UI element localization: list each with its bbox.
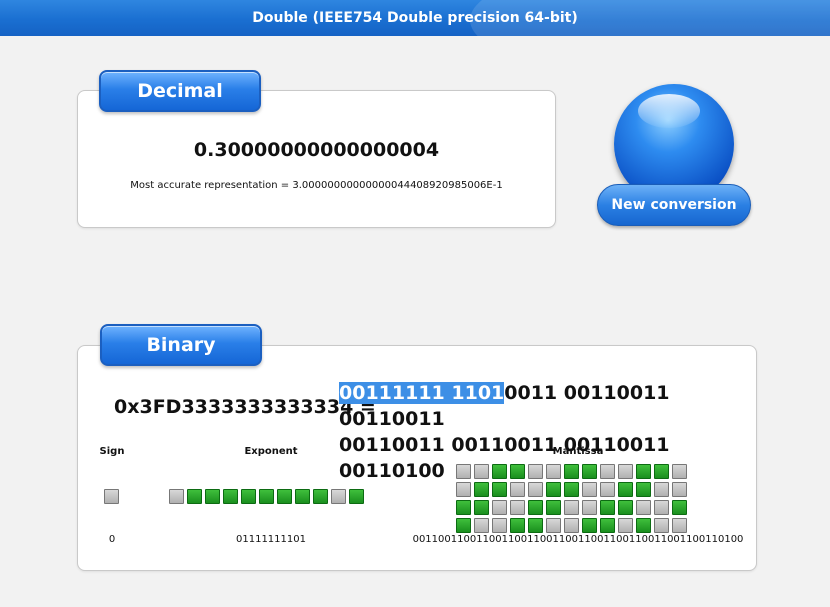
exponent-bit[interactable] [205,489,220,504]
mantissa-bit[interactable] [456,518,471,533]
mantissa-bit[interactable] [618,482,633,497]
most-accurate-representation: Most accurate representation = 3.0000000… [130,180,503,191]
mantissa-label: Mantissa [552,446,604,457]
exponent-bit[interactable] [187,489,202,504]
mantissa-bit[interactable] [636,500,651,515]
mantissa-bit[interactable] [510,464,525,479]
mantissa-value: 0011001100110011001100110011001100110011… [412,534,744,545]
mantissa-bit[interactable] [618,500,633,515]
mantissa-bit[interactable] [582,500,597,515]
mantissa-bit[interactable] [492,464,507,479]
mantissa-bit[interactable] [564,482,579,497]
mantissa-bit[interactable] [528,500,543,515]
orb-highlight [638,94,700,128]
exponent-bit[interactable] [241,489,256,504]
page: Double (IEEE754 Double precision 64-bit)… [0,0,830,607]
window-title: Double (IEEE754 Double precision 64-bit) [252,10,578,26]
mantissa-bit[interactable] [510,482,525,497]
mantissa-bit[interactable] [654,464,669,479]
mantissa-bit[interactable] [582,464,597,479]
mantissa-bit[interactable] [474,518,489,533]
exponent-bit[interactable] [313,489,328,504]
mantissa-bit[interactable] [564,500,579,515]
mantissa-bit[interactable] [492,500,507,515]
mantissa-bit[interactable] [456,464,471,479]
binary-panel: 0x3FD3333333333334 = 00111111 11010011 0… [77,345,757,571]
mantissa-bit[interactable] [564,518,579,533]
mantissa-bit-grid [456,464,687,533]
mantissa-bit[interactable] [456,500,471,515]
exponent-bit[interactable] [349,489,364,504]
mantissa-bit[interactable] [492,482,507,497]
window-title-bar: Double (IEEE754 Double precision 64-bit) [0,0,830,36]
mantissa-bit[interactable] [636,482,651,497]
hex-value[interactable]: 0x3FD3333333333334 = [114,396,376,418]
sign-label: Sign [99,446,125,457]
mantissa-bit[interactable] [510,518,525,533]
mantissa-bit[interactable] [618,518,633,533]
mantissa-bit[interactable] [654,482,669,497]
sign-bit[interactable] [104,489,119,504]
mantissa-bit[interactable] [474,500,489,515]
mantissa-bit[interactable] [672,464,687,479]
mantissa-bit[interactable] [474,482,489,497]
new-conversion-button[interactable]: New conversion [597,184,751,226]
binary-line-1: 00111111 11010011 00110011 00110011 [339,380,756,432]
exponent-bit-grid [169,489,364,504]
mantissa-bit[interactable] [600,464,615,479]
mantissa-bit[interactable] [600,518,615,533]
mantissa-bit[interactable] [528,518,543,533]
sign-value: 0 [108,534,116,545]
mantissa-bit[interactable] [600,500,615,515]
mantissa-bit[interactable] [474,464,489,479]
sign-bit-grid [104,489,119,504]
mantissa-bit[interactable] [672,518,687,533]
mantissa-bit[interactable] [600,482,615,497]
exponent-label: Exponent [244,446,298,457]
mantissa-bit[interactable] [654,518,669,533]
mantissa-bit[interactable] [528,482,543,497]
selected-bits: 00111111 1101 [339,382,505,404]
decimal-tab-label: Decimal [99,70,261,112]
mantissa-bit[interactable] [672,482,687,497]
exponent-bit[interactable] [331,489,346,504]
exponent-bit[interactable] [295,489,310,504]
mantissa-bit[interactable] [654,500,669,515]
mantissa-bit[interactable] [672,500,687,515]
mantissa-bit[interactable] [492,518,507,533]
mantissa-bit[interactable] [546,500,561,515]
mantissa-bit[interactable] [582,518,597,533]
mantissa-bit[interactable] [546,518,561,533]
mantissa-bit[interactable] [564,464,579,479]
exponent-bit[interactable] [169,489,184,504]
mantissa-bit[interactable] [456,482,471,497]
mantissa-bit[interactable] [582,482,597,497]
binary-tab-label: Binary [100,324,262,366]
mantissa-bit[interactable] [636,464,651,479]
exponent-bit[interactable] [223,489,238,504]
mantissa-bit[interactable] [510,500,525,515]
exponent-bit[interactable] [259,489,274,504]
exponent-bit[interactable] [277,489,292,504]
mantissa-bit[interactable] [528,464,543,479]
exponent-value: 01111111101 [236,534,306,545]
mantissa-bit[interactable] [618,464,633,479]
mantissa-bit[interactable] [546,464,561,479]
mantissa-bit[interactable] [546,482,561,497]
decimal-value[interactable]: 0.30000000000000004 [78,139,555,161]
mantissa-bit[interactable] [636,518,651,533]
